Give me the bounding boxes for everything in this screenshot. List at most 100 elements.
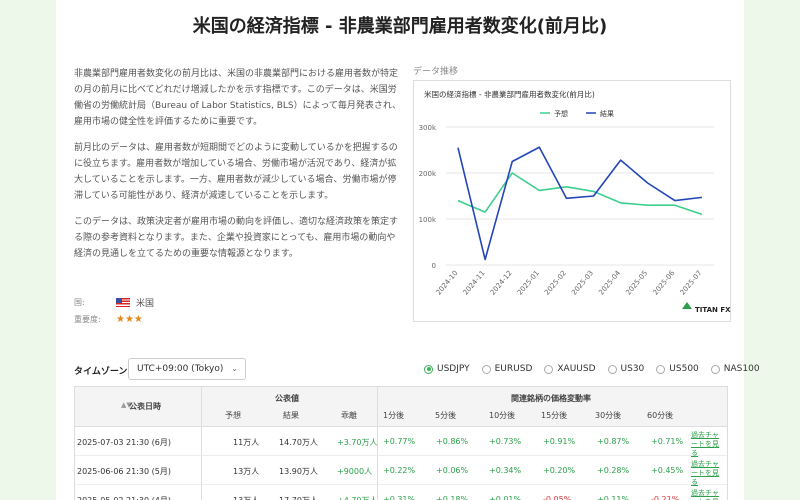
importance-label: 重要度: bbox=[74, 315, 101, 324]
x-tick-label: 2025-05 bbox=[624, 269, 649, 297]
cell-change: +0.45% bbox=[651, 466, 684, 475]
cell-change: +0.31% bbox=[383, 495, 416, 500]
cell-diff: +4.70万人 bbox=[337, 495, 378, 500]
country-row: 国: 米国 bbox=[74, 296, 154, 309]
importance-row: 重要度: ★★★ bbox=[74, 314, 143, 325]
page: 米国の経済指標 - 非農業部門雇用者数変化(前月比) 非農業部門雇用者数変化の前… bbox=[56, 0, 760, 500]
column-header-interval: 15分後 bbox=[541, 411, 568, 420]
legend-label: 予想 bbox=[554, 109, 568, 118]
cell-change: +0.06% bbox=[436, 466, 469, 475]
cell-change: +0.22% bbox=[383, 466, 416, 475]
x-tick-label: 2025-02 bbox=[543, 269, 568, 297]
column-header-interval: 30分後 bbox=[595, 411, 622, 420]
country-value: 米国 bbox=[136, 299, 155, 309]
symbol-radio-nas100[interactable]: NAS100 bbox=[710, 364, 760, 374]
column-header-forecast: 予想 bbox=[225, 411, 241, 420]
page-title: 米国の経済指標 - 非農業部門雇用者数変化(前月比) bbox=[192, 16, 608, 37]
symbol-label: XAUUSD bbox=[557, 364, 596, 374]
release-table: ▲▼ 公表日時 公表値 予想 結果 乖離 関連銘柄の価格変動率 1分後 5分後 10… bbox=[74, 386, 728, 500]
cell-date: 2025-06-06 21:30 (5月) bbox=[77, 467, 171, 476]
country-label: 国: bbox=[74, 298, 85, 307]
group-header-change: 関連銘柄の価格変動率 bbox=[511, 394, 591, 403]
chevron-down-icon: ⌄ bbox=[231, 364, 238, 373]
cell-change: +0.86% bbox=[436, 437, 469, 446]
series-line bbox=[457, 146, 703, 261]
column-header-diff: 乖離 bbox=[341, 411, 357, 420]
importance-stars: ★★★ bbox=[116, 314, 143, 325]
x-tick-label: 2025-01 bbox=[516, 269, 541, 297]
y-tick-label: 0 bbox=[432, 262, 436, 270]
cell-change: -0.21% bbox=[651, 495, 680, 500]
symbol-radio-group: USDJPY EURUSD XAUUSD US30 US500 NAS100 bbox=[424, 364, 772, 374]
x-tick-label: 2025-07 bbox=[679, 269, 704, 297]
cell-forecast: 13万人 bbox=[233, 495, 259, 500]
symbol-radio-xauusd[interactable]: XAUUSD bbox=[544, 364, 596, 374]
column-header-interval: 60分後 bbox=[647, 411, 674, 420]
past-chart-link[interactable]: 過去チャートを見る bbox=[691, 431, 725, 458]
y-tick-label: 200k bbox=[419, 170, 437, 178]
symbol-radio-us30[interactable]: US30 bbox=[607, 364, 645, 374]
cell-change: +0.71% bbox=[651, 437, 684, 446]
symbol-label: US500 bbox=[669, 364, 699, 374]
symbol-radio-us500[interactable]: US500 bbox=[656, 364, 699, 374]
x-tick-label: 2024-10 bbox=[435, 269, 460, 297]
past-chart-link[interactable]: 過去チャートを見る bbox=[691, 460, 725, 487]
group-header-values: 公表値 bbox=[275, 394, 299, 403]
symbol-label: USDJPY bbox=[437, 364, 470, 374]
chart-title: 米国の経済指標 - 非農業部門雇用者数変化(前月比) bbox=[424, 89, 595, 99]
description-paragraph: このデータは、政策決定者が雇用市場の動向を評価し、適切な経済政策を策定する際の参… bbox=[74, 217, 399, 259]
cell-change: +0.20% bbox=[543, 466, 576, 475]
cell-change: +0.73% bbox=[489, 437, 522, 446]
cell-diff: +9000人 bbox=[337, 467, 373, 476]
column-header-interval: 10分後 bbox=[489, 411, 516, 420]
symbol-label: EURUSD bbox=[494, 364, 533, 374]
radio-button-icon[interactable] bbox=[710, 364, 720, 374]
radio-button-icon[interactable] bbox=[656, 364, 666, 374]
legend-label: 結果 bbox=[600, 109, 614, 118]
cell-change: +0.18% bbox=[436, 495, 469, 500]
cell-change: -0.05% bbox=[543, 495, 572, 500]
symbol-radio-eurusd[interactable]: EURUSD bbox=[481, 364, 533, 374]
radio-button-icon[interactable] bbox=[544, 364, 554, 374]
table-row: 2025-06-06 21:30 (5月) 13万人 13.90万人 +9000人 +0… bbox=[75, 456, 727, 487]
cell-change: +0.77% bbox=[383, 437, 416, 446]
line-chart: 米国の経済指標 - 非農業部門雇用者数変化(前月比) 予想 結果 0 100k 200k 3… bbox=[419, 89, 732, 314]
table-header: ▲▼ 公表日時 公表値 予想 結果 乖離 関連銘柄の価格変動率 1分後 5分後 10… bbox=[75, 387, 727, 427]
table-row: 2025-07-03 21:30 (6月) 11万人 14.70万人 +3.70万人 +… bbox=[75, 427, 727, 458]
timezone-label: タイムゾーン: bbox=[74, 367, 131, 377]
cell-date: 2025-07-03 21:30 (6月) bbox=[77, 438, 171, 447]
x-tick-label: 2025-03 bbox=[570, 269, 595, 297]
symbol-label: US30 bbox=[620, 364, 645, 374]
radio-button-icon[interactable] bbox=[607, 364, 617, 374]
cell-actual: 17.70万人 bbox=[279, 495, 318, 500]
cell-change: +0.11% bbox=[597, 495, 630, 500]
cell-change: +0.91% bbox=[543, 437, 576, 446]
past-chart-link[interactable]: 過去チャートを見る bbox=[691, 489, 725, 500]
watermark-text: TITAN FX bbox=[695, 306, 731, 314]
cell-forecast: 13万人 bbox=[233, 467, 260, 476]
cell-actual: 14.70万人 bbox=[279, 438, 318, 447]
x-tick-label: 2025-04 bbox=[597, 269, 622, 297]
description-paragraph: 非農業部門雇用者数変化の前月比は、米国の非農業部門における雇用者数が特定の月の前… bbox=[74, 69, 401, 127]
us-flag-icon bbox=[116, 298, 130, 307]
cell-change: +0.87% bbox=[597, 437, 630, 446]
timezone-select[interactable]: UTC+09:00 (Tokyo) ⌄ bbox=[128, 358, 246, 380]
radio-button-icon[interactable] bbox=[424, 364, 433, 374]
radio-button-icon[interactable] bbox=[481, 364, 491, 374]
chart-section-label: データ推移 bbox=[413, 67, 459, 77]
chart-container: 米国の経済指標 - 非農業部門雇用者数変化(前月比) 予想 結果 0 100k 200k 3… bbox=[413, 80, 731, 322]
table-body: 2025-07-03 21:30 (6月) 11万人 14.70万人 +3.70万人 +… bbox=[75, 427, 727, 500]
table-row: 2025-05-02 21:30 (4月) 13万人 17.70万人 +4.70万人 +… bbox=[75, 485, 727, 500]
y-tick-label: 300k bbox=[419, 124, 437, 132]
column-header-actual: 結果 bbox=[283, 411, 299, 420]
cell-actual: 13.90万人 bbox=[279, 467, 318, 476]
cell-change: +0.01% bbox=[489, 495, 522, 500]
cell-change: +0.28% bbox=[597, 466, 630, 475]
x-tick-label: 2024-12 bbox=[489, 269, 514, 297]
description: 非農業部門雇用者数変化の前月比は、米国の非農業部門における雇用者数が特定の月の前… bbox=[74, 66, 404, 272]
titan-logo-icon bbox=[682, 302, 692, 309]
timezone-value: UTC+09:00 (Tokyo) bbox=[137, 364, 224, 374]
column-header-date[interactable]: 公表日時 bbox=[129, 401, 161, 412]
symbol-radio-usdjpy[interactable]: USDJPY bbox=[424, 364, 470, 374]
x-tick-label: 2024-11 bbox=[462, 269, 487, 297]
